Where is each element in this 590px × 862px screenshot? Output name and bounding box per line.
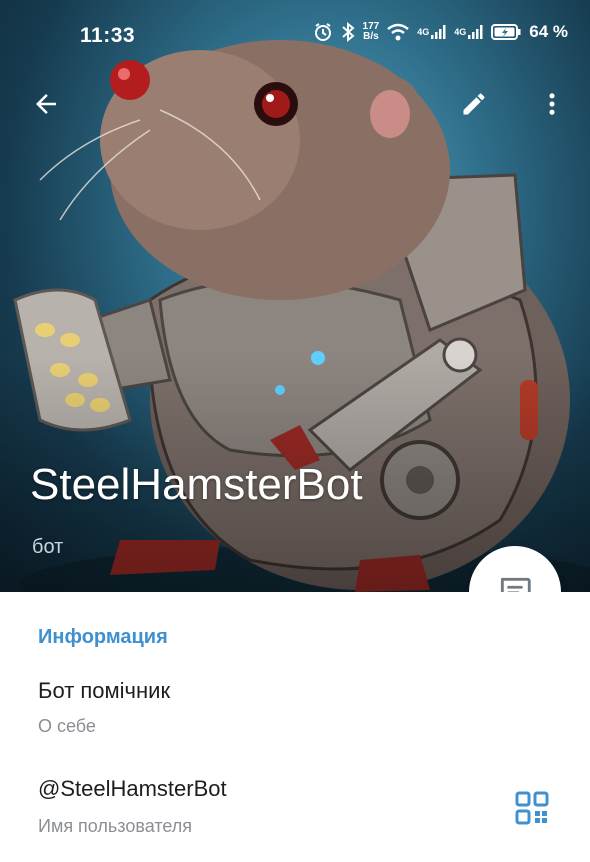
alarm-icon [313, 22, 333, 42]
signal-icon: 4G [417, 24, 446, 40]
qr-code-button[interactable] [512, 788, 552, 828]
qr-code-icon [515, 791, 549, 825]
bio-value: Бот помічник [38, 678, 171, 703]
back-button[interactable] [22, 80, 70, 128]
edit-button[interactable] [450, 80, 498, 128]
status-time: 11:33 [80, 24, 136, 47]
pencil-icon [463, 93, 485, 115]
network-speed: 177 B/s [363, 22, 380, 42]
bluetooth-icon [341, 22, 355, 42]
status-bar: 11:33 177 B/s 4G 4G 64 % [0, 0, 590, 74]
wifi-icon [387, 23, 409, 41]
profile-name: SteelHamsterBot [30, 460, 363, 509]
username-value: @SteelHamsterBot [38, 776, 227, 801]
profile-type: бот [32, 536, 64, 558]
network-speed-unit: B/s [363, 31, 379, 42]
signal-label-2: 4G [454, 27, 467, 37]
signal-icon-2: 4G [454, 24, 483, 40]
info-section: Информация Бот помічник О себе @SteelHam… [0, 592, 590, 862]
arrow-left-icon [36, 94, 56, 114]
battery-percent: 64 % [529, 22, 568, 41]
dots-vertical-icon [549, 93, 555, 115]
profile-photo[interactable]: 11:33 177 B/s 4G 4G 64 % SteelHamsterBot… [0, 0, 590, 592]
info-section-title: Информация [38, 626, 168, 648]
username-label: Имя пользователя [38, 816, 193, 836]
top-app-bar [0, 80, 590, 132]
bio-label: О себе [38, 716, 96, 736]
battery-icon [491, 23, 521, 41]
more-options-button[interactable] [528, 80, 576, 128]
signal-label-1: 4G [417, 27, 430, 37]
status-icons: 177 B/s 4G 4G 64 % [313, 22, 568, 42]
